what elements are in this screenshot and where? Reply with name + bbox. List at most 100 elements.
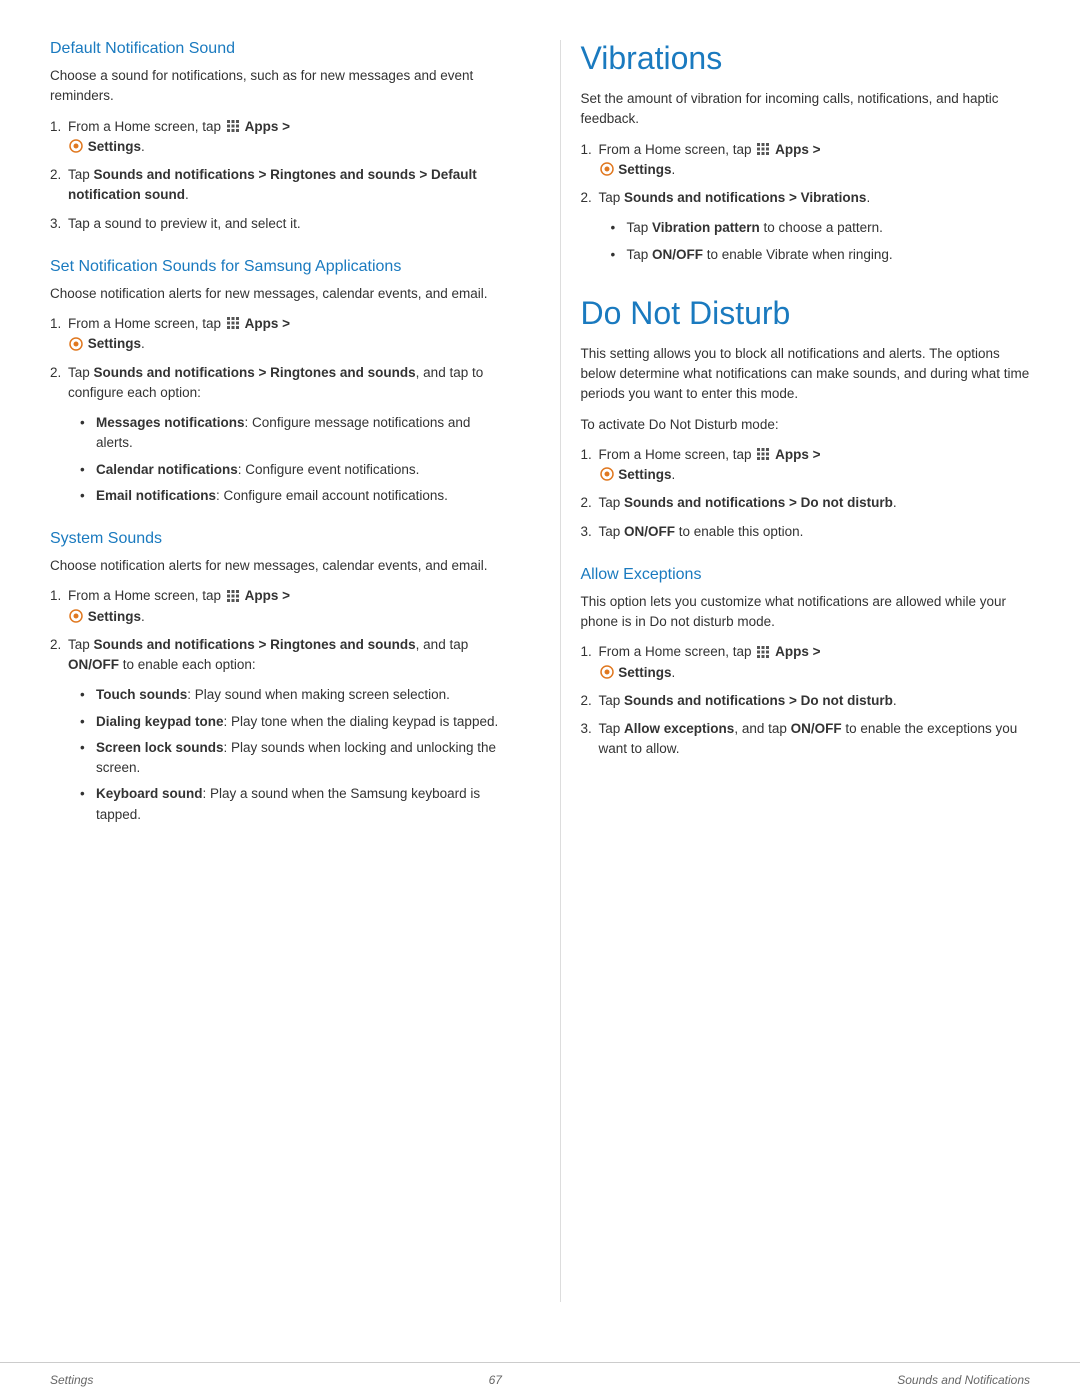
footer-page-number: 67 bbox=[489, 1373, 502, 1387]
step-item: 3. Tap Allow exceptions, and tap ON/OFF … bbox=[581, 719, 1031, 760]
settings-bold: Settings bbox=[88, 336, 141, 351]
step-text: Tap Allow exceptions, and tap ON/OFF to … bbox=[599, 721, 1018, 756]
step-item: 1. From a Home screen, tap bbox=[50, 586, 500, 627]
step-number: 2. bbox=[50, 635, 61, 655]
step-item: 1. From a Home screen, tap bbox=[581, 642, 1031, 683]
apps-icon bbox=[226, 316, 240, 330]
step-number: 2. bbox=[581, 691, 592, 711]
left-column: Default Notification Sound Choose a soun… bbox=[50, 40, 520, 1302]
default-notification-steps: 1. From a Home screen, tap bbox=[50, 117, 500, 234]
step-item: 2. Tap Sounds and notifications > Ringto… bbox=[50, 363, 500, 404]
step-item: 1. From a Home screen, tap bbox=[581, 445, 1031, 486]
apps-icon bbox=[756, 142, 770, 156]
settings-icon bbox=[600, 162, 614, 176]
system-sounds-intro: Choose notification alerts for new messa… bbox=[50, 556, 500, 576]
bullet-item: Messages notifications: Configure messag… bbox=[80, 413, 500, 454]
samsung-notifications-intro: Choose notification alerts for new messa… bbox=[50, 284, 500, 304]
settings-bold: Settings bbox=[88, 609, 141, 624]
settings-bold: Settings bbox=[618, 665, 671, 680]
step-text: Tap Sounds and notifications > Ringtones… bbox=[68, 365, 483, 400]
step-number: 3. bbox=[581, 719, 592, 739]
bullet-item: Screen lock sounds: Play sounds when loc… bbox=[80, 738, 500, 779]
bullet-item: Dialing keypad tone: Play tone when the … bbox=[80, 712, 500, 732]
vibrations-steps: 1. From a Home screen, tap bbox=[581, 140, 1031, 209]
step-text: From a Home screen, tap bbox=[68, 119, 290, 154]
step-text: Tap Sounds and notifications > Do not di… bbox=[599, 693, 897, 708]
settings-icon bbox=[69, 139, 83, 153]
do-not-disturb-intro: This setting allows you to block all not… bbox=[581, 344, 1031, 405]
step-number: 2. bbox=[581, 188, 592, 208]
footer-right: Sounds and Notifications bbox=[897, 1373, 1030, 1387]
bullet-item: Tap ON/OFF to enable Vibrate when ringin… bbox=[611, 245, 1031, 265]
step-text: Tap Sounds and notifications > Ringtones… bbox=[68, 167, 477, 202]
settings-bold: Settings bbox=[618, 162, 671, 177]
apps-bold: Apps > bbox=[245, 119, 290, 134]
apps-bold: Apps > bbox=[775, 142, 820, 157]
bullet-item: Email notifications: Configure email acc… bbox=[80, 486, 500, 506]
step-text: From a Home screen, tap bbox=[599, 644, 821, 679]
settings-icon bbox=[600, 467, 614, 481]
allow-exceptions-steps: 1. From a Home screen, tap bbox=[581, 642, 1031, 759]
samsung-notification-steps: 1. From a Home screen, tap bbox=[50, 314, 500, 403]
step-text: From a Home screen, tap bbox=[68, 588, 290, 623]
vibrations-bullets: Tap Vibration pattern to choose a patter… bbox=[611, 218, 1031, 265]
bullet-item: Calendar notifications: Configure event … bbox=[80, 460, 500, 480]
step-item: 2. Tap Sounds and notifications > Ringto… bbox=[50, 165, 500, 206]
step-number: 1. bbox=[581, 445, 592, 465]
apps-icon bbox=[756, 645, 770, 659]
step-text: From a Home screen, tap bbox=[599, 447, 821, 482]
step-number: 2. bbox=[50, 165, 61, 185]
page-container: Default Notification Sound Choose a soun… bbox=[0, 0, 1080, 1397]
step-number: 3. bbox=[50, 214, 61, 234]
apps-icon bbox=[756, 447, 770, 461]
settings-icon bbox=[69, 609, 83, 623]
allow-exceptions-title: Allow Exceptions bbox=[581, 566, 1031, 584]
default-notification-intro: Choose a sound for notifications, such a… bbox=[50, 66, 500, 107]
vibrations-title: Vibrations bbox=[581, 40, 1031, 77]
step-item: 3. Tap a sound to preview it, and select… bbox=[50, 214, 500, 234]
step-item: 3. Tap ON/OFF to enable this option. bbox=[581, 522, 1031, 542]
settings-bold: Settings bbox=[88, 139, 141, 154]
activate-text: To activate Do Not Disturb mode: bbox=[581, 415, 1031, 435]
right-column: Vibrations Set the amount of vibration f… bbox=[560, 40, 1031, 1302]
step-text: Tap Sounds and notifications > Ringtones… bbox=[68, 637, 468, 672]
apps-icon bbox=[226, 119, 240, 133]
samsung-notifications-title: Set Notification Sounds for Samsung Appl… bbox=[50, 258, 500, 276]
system-sounds-bullets: Touch sounds: Play sound when making scr… bbox=[80, 685, 500, 825]
step-text: Tap ON/OFF to enable this option. bbox=[599, 524, 804, 539]
allow-exceptions-intro: This option lets you customize what noti… bbox=[581, 592, 1031, 633]
settings-bold: Settings bbox=[618, 467, 671, 482]
bullet-item: Touch sounds: Play sound when making scr… bbox=[80, 685, 500, 705]
bullet-item: Tap Vibration pattern to choose a patter… bbox=[611, 218, 1031, 238]
settings-icon bbox=[600, 665, 614, 679]
apps-bold: Apps > bbox=[775, 447, 820, 462]
default-notification-title: Default Notification Sound bbox=[50, 40, 500, 58]
step-item: 1. From a Home screen, tap bbox=[50, 314, 500, 355]
step-number: 2. bbox=[581, 493, 592, 513]
step-text: Tap a sound to preview it, and select it… bbox=[68, 216, 301, 231]
bullet-item: Keyboard sound: Play a sound when the Sa… bbox=[80, 784, 500, 825]
apps-bold: Apps > bbox=[245, 588, 290, 603]
samsung-notifications-bullets: Messages notifications: Configure messag… bbox=[80, 413, 500, 506]
step-text: Tap Sounds and notifications > Vibration… bbox=[599, 190, 871, 205]
dnd-steps: 1. From a Home screen, tap bbox=[581, 445, 1031, 542]
step-number: 1. bbox=[581, 140, 592, 160]
system-sounds-steps: 1. From a Home screen, tap bbox=[50, 586, 500, 675]
step-number: 1. bbox=[50, 314, 61, 334]
step-number: 1. bbox=[50, 586, 61, 606]
step-text: From a Home screen, tap bbox=[68, 316, 290, 351]
step-item: 2. Tap Sounds and notifications > Do not… bbox=[581, 691, 1031, 711]
step-number: 1. bbox=[581, 642, 592, 662]
step-number: 2. bbox=[50, 363, 61, 383]
step-item: 2. Tap Sounds and notifications > Ringto… bbox=[50, 635, 500, 676]
apps-bold: Apps > bbox=[775, 644, 820, 659]
step-item: 1. From a Home screen, tap bbox=[50, 117, 500, 158]
step-text: From a Home screen, tap bbox=[599, 142, 821, 177]
apps-bold: Apps > bbox=[245, 316, 290, 331]
vibrations-intro: Set the amount of vibration for incoming… bbox=[581, 89, 1031, 130]
step-item: 2. Tap Sounds and notifications > Vibrat… bbox=[581, 188, 1031, 208]
step-item: 1. From a Home screen, tap bbox=[581, 140, 1031, 181]
step-text: Tap Sounds and notifications > Do not di… bbox=[599, 495, 897, 510]
settings-icon bbox=[69, 337, 83, 351]
system-sounds-title: System Sounds bbox=[50, 530, 500, 548]
